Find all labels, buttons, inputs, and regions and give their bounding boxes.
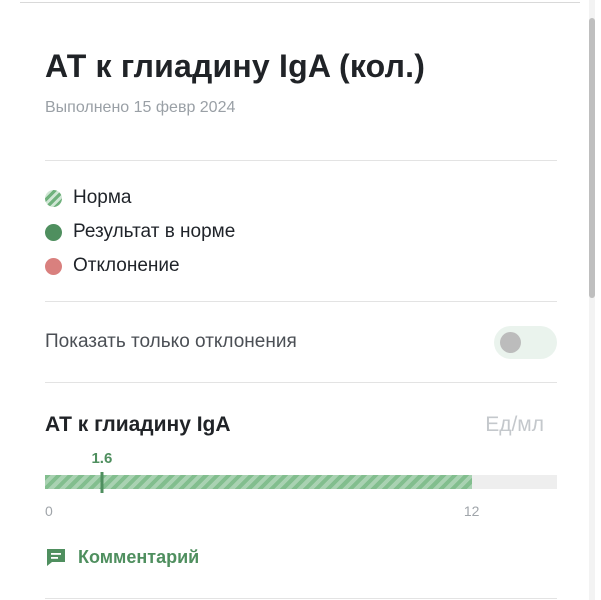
range-max-label: 12 bbox=[463, 503, 480, 519]
divider bbox=[45, 301, 557, 302]
completion-date: Выполнено 15 февр 2024 bbox=[45, 99, 236, 116]
dot-icon bbox=[45, 223, 62, 241]
dot-icon bbox=[45, 257, 62, 275]
comment-icon bbox=[47, 549, 65, 566]
range-min-label: 0 bbox=[45, 503, 53, 519]
result-value-label: 1.6 bbox=[91, 450, 113, 467]
comment-button[interactable]: Комментарий bbox=[45, 546, 199, 568]
divider bbox=[45, 598, 557, 599]
deviation-filter-toggle[interactable] bbox=[494, 326, 557, 359]
divider bbox=[45, 382, 557, 383]
striped-dot-icon bbox=[45, 189, 62, 207]
unit-label: Ед/мл bbox=[485, 413, 544, 436]
legend-label: Отклонение bbox=[73, 255, 180, 276]
legend-item-result-normal: Результат в норме bbox=[45, 221, 235, 243]
norm-range-bar bbox=[45, 475, 472, 489]
scrollbar-thumb[interactable] bbox=[589, 18, 595, 298]
top-divider bbox=[20, 2, 580, 3]
legend-label: Результат в норме bbox=[73, 221, 236, 242]
page-title: АТ к глиадину IgA (кол.) bbox=[45, 48, 426, 84]
divider bbox=[45, 160, 557, 161]
deviation-filter-label: Показать только отклонения bbox=[45, 331, 297, 352]
comment-label: Комментарий bbox=[78, 546, 200, 567]
test-name: АТ к глиадину IgA bbox=[45, 413, 231, 436]
toggle-knob bbox=[500, 332, 521, 353]
result-marker bbox=[100, 472, 104, 493]
results-panel: АТ к глиадину IgA (кол.) Выполнено 15 фе… bbox=[0, 0, 588, 600]
reference-range-chart: 1.6 0 12 bbox=[45, 445, 557, 525]
legend-item-norm: Норма bbox=[45, 187, 131, 209]
legend-label: Норма bbox=[73, 187, 132, 208]
legend-item-deviation: Отклонение bbox=[45, 255, 180, 277]
